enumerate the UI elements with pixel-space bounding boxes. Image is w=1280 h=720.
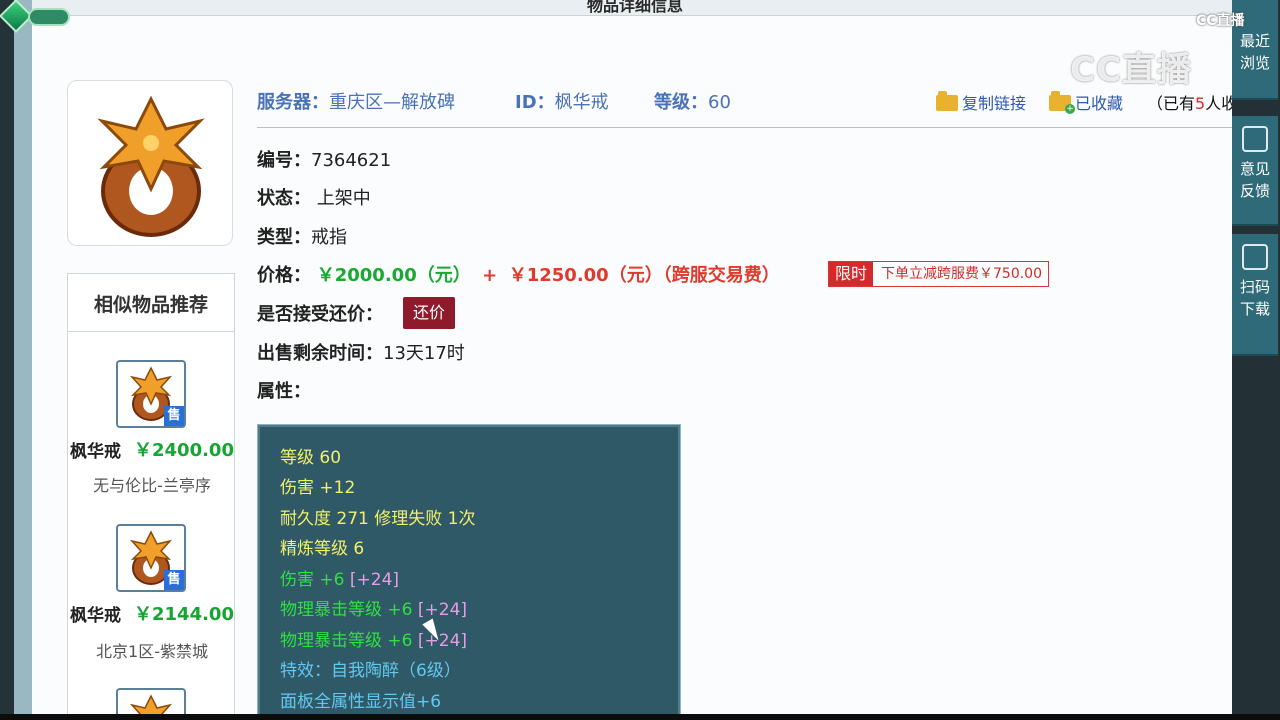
similar-item-server: 北京1区-紫禁城	[96, 642, 208, 661]
folder-add-icon: +	[1049, 91, 1075, 114]
similar-item-name: 枫华戒	[70, 606, 121, 626]
status-row: 状态： 上架中	[257, 188, 371, 209]
price-main: ￥2000.00（元）	[316, 265, 471, 286]
left-frame	[0, 0, 14, 720]
level-value: 60	[708, 92, 731, 113]
similar-item-thumb[interactable]: 售	[116, 360, 186, 428]
level-info: 等级：60	[654, 88, 731, 114]
id-label: ID：	[515, 92, 555, 113]
attributes-row: 属性：	[257, 381, 311, 402]
recent-browse-label: 最近浏览	[1239, 32, 1270, 72]
serial-value: 7364621	[311, 150, 392, 171]
remaining-row: 出售剩余时间：13天17时	[257, 343, 465, 364]
folder-share-icon	[936, 91, 958, 111]
attr-line: 特效：自我陶醉（6级）	[280, 661, 461, 681]
price-row: 价格： ￥2000.00（元） + ￥1250.00（元）（跨服交易费）	[257, 265, 780, 286]
type-row: 类型：戒指	[257, 227, 347, 248]
cc-watermark: CC直播	[1070, 50, 1192, 90]
ring-icon	[129, 694, 173, 714]
bargain-row: 是否接受还价：	[257, 304, 383, 325]
similar-items-panel: 相似物品推荐 售 枫华戒 ￥2400.00 无与伦比-兰亭序 售 枫华戒 ￥21…	[67, 273, 235, 714]
scan-download-button[interactable]: 扫码下载	[1232, 234, 1278, 356]
similar-item-thumb[interactable]	[116, 688, 186, 714]
type-value: 戒指	[311, 227, 347, 248]
server-label: 服务器：	[257, 92, 329, 113]
scan-icon	[1242, 244, 1268, 270]
collected-count: （已有5人收藏）	[1147, 94, 1232, 113]
similar-item-price: ￥2400.00	[134, 440, 234, 461]
copy-link-label: 复制链接	[962, 94, 1027, 113]
similar-item-server: 无与伦比-兰亭序	[93, 476, 211, 495]
similar-item-price: ￥2144.00	[134, 604, 234, 625]
attributes-panel: 等级 60 伤害 +12 耐久度 271 修理失败 1次 精炼等级 6 伤害 +…	[257, 424, 681, 714]
ring-icon	[97, 95, 205, 237]
feedback-button[interactable]: 意见反馈	[1232, 116, 1278, 226]
price-fee: ￥1250.00（元）（跨服交易费）	[508, 265, 780, 286]
sale-badge: 售	[164, 570, 184, 590]
scan-download-label: 扫码下载	[1239, 278, 1270, 318]
left-frame-inner	[14, 0, 32, 720]
app-logo	[0, 0, 72, 34]
attr-line: 耐久度 271 修理失败 1次	[280, 509, 476, 529]
feedback-label: 意见反馈	[1239, 160, 1270, 200]
attr-line: 物理暴击等级 +6 [+24]	[280, 600, 468, 620]
divider	[257, 127, 1232, 128]
edit-icon	[1242, 126, 1268, 152]
copy-link-button[interactable]: 复制链接	[936, 90, 1026, 114]
attr-line: 精炼等级 6	[280, 539, 365, 559]
limit-text: 下单立减跨服费￥750.00	[881, 266, 1043, 282]
attr-line: 等级 60	[280, 448, 342, 468]
page-title: 物品详细信息	[587, 0, 684, 15]
title-bar: 物品详细信息	[32, 0, 1232, 16]
similar-items-title: 相似物品推荐	[68, 274, 234, 332]
bottom-bar	[0, 714, 1280, 720]
limit-promo: 限时 下单立减跨服费￥750.00	[828, 261, 1050, 287]
attr-line: 面板全属性显示值+6	[280, 692, 442, 712]
status-value: 上架中	[316, 188, 371, 209]
cc-watermark-small: CC直播	[1196, 13, 1245, 29]
item-detail-page: 物品详细信息 服务器：重庆区—解放碑 ID：枫华戒 等级：60 复制链接 + 已收…	[32, 0, 1232, 714]
id-value: 枫华戒	[554, 92, 609, 113]
bargain-button[interactable]: 还价	[403, 297, 455, 329]
sale-badge: 售	[164, 406, 184, 426]
similar-item-thumb[interactable]: 售	[116, 524, 186, 592]
level-label: 等级：	[654, 92, 708, 113]
remaining-value: 13天17时	[383, 343, 465, 364]
id-info: ID：枫华戒	[515, 88, 609, 114]
similar-item-name: 枫华戒	[70, 442, 121, 462]
serial-row: 编号：7364621	[257, 150, 392, 171]
right-rail: 最近浏览 意见反馈 扫码下载	[1232, 0, 1280, 720]
server-info: 服务器：重庆区—解放碑	[257, 88, 455, 114]
server-value: 重庆区—解放碑	[329, 92, 455, 113]
attr-line: 伤害 +6 [+24]	[280, 570, 400, 590]
collected-label: 已收藏	[1075, 94, 1124, 113]
limit-tag: 限时	[829, 262, 874, 286]
logo-pill	[28, 8, 70, 26]
attr-line: 伤害 +12	[280, 478, 356, 498]
item-image	[67, 80, 233, 246]
collected-button[interactable]: + 已收藏	[1049, 90, 1123, 114]
